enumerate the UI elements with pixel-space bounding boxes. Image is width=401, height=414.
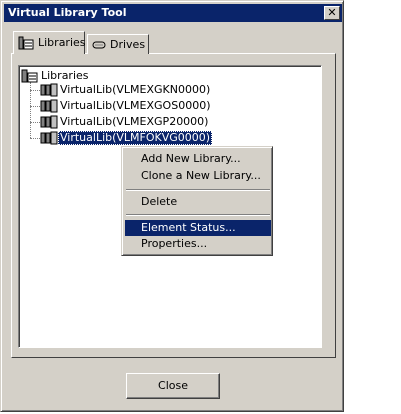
tree-connector [30, 106, 40, 107]
window-title: Virtual Library Tool [8, 6, 127, 19]
menu-separator [126, 214, 270, 216]
tab-libraries-label: Libraries [38, 36, 86, 49]
drive-icon [92, 40, 106, 50]
tree-connector [30, 138, 40, 139]
tape-library-icon [40, 115, 58, 129]
tree-item-library-selected[interactable]: VirtualLib(VLMFOKVG0000) [40, 131, 213, 145]
tab-drives-label: Drives [110, 37, 146, 51]
close-icon: ✕ [327, 6, 337, 19]
menu-item-clone-library[interactable]: Clone a New Library... [125, 168, 271, 184]
tree-item-library[interactable]: VirtualLib(VLMEXGP20000) [40, 115, 210, 129]
menu-item-add-new-library[interactable]: Add New Library... [125, 151, 271, 167]
context-menu: Add New Library... Clone a New Library..… [121, 146, 273, 256]
tape-library-icon [40, 99, 58, 113]
tree-item-label: VirtualLib(VLMFOKVG0000) [58, 131, 213, 145]
libraries-icon [21, 69, 39, 83]
tree-item-label: VirtualLib(VLMEXGP20000) [60, 115, 209, 128]
libraries-icon [18, 36, 34, 50]
tree-item-label: VirtualLib(VLMEXGKN0000) [60, 83, 211, 96]
tree-connector [30, 122, 40, 123]
menu-item-delete[interactable]: Delete [125, 194, 271, 210]
virtual-library-tool-window: Virtual Library Tool ✕ Libraries Drives [0, 0, 344, 412]
menu-separator [126, 189, 270, 191]
menu-item-element-status[interactable]: Element Status... [125, 220, 271, 236]
window-close-button[interactable]: ✕ [324, 6, 340, 20]
title-bar: Virtual Library Tool ✕ [4, 4, 342, 22]
tree-item-label: VirtualLib(VLMEXGOS0000) [60, 99, 211, 112]
tab-libraries[interactable]: Libraries [13, 31, 86, 54]
menu-item-properties[interactable]: Properties... [125, 236, 271, 252]
tape-library-icon [40, 83, 58, 97]
tree-item-library[interactable]: VirtualLib(VLMEXGOS0000) [40, 99, 212, 113]
tree-root-libraries[interactable]: Libraries [21, 69, 91, 83]
tab-drives[interactable]: Drives [87, 34, 149, 54]
tree-root-label: Libraries [41, 69, 89, 82]
tape-library-icon [40, 131, 58, 145]
close-button[interactable]: Close [126, 373, 220, 399]
tree-connector [30, 90, 40, 91]
tree-item-library[interactable]: VirtualLib(VLMEXGKN0000) [40, 83, 212, 97]
